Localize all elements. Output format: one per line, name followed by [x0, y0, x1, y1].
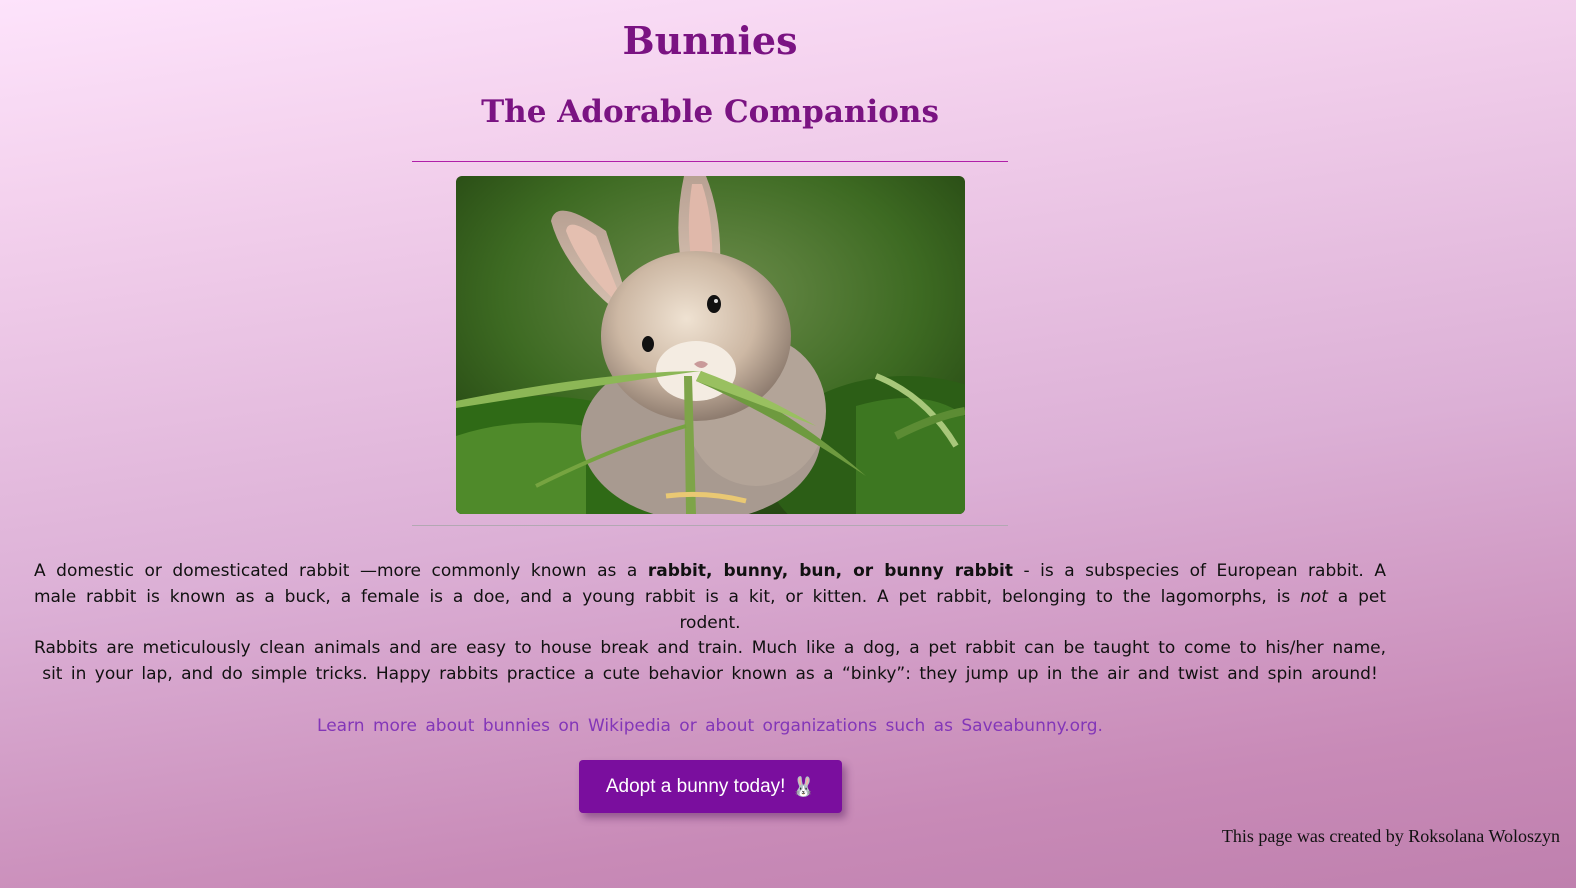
bottom-divider — [412, 525, 1008, 526]
intro-paragraph-2: Rabbits are meticulously clean animals a… — [34, 638, 1386, 684]
adopt-bunny-button[interactable]: Adopt a bunny today! 🐰 — [579, 760, 842, 813]
wikipedia-link[interactable]: Wikipedia — [588, 716, 671, 736]
not-emphasis: not — [1300, 587, 1328, 607]
page-credit: This page was created by Roksolana Wolos… — [1221, 826, 1560, 846]
rabbit-face-icon: 🐰 — [791, 776, 816, 798]
learn-more-text: Learn more about bunnies on Wikipedia or… — [317, 716, 1103, 736]
bunny-names-bold: rabbit, bunny, bun, or bunny rabbit — [647, 561, 1013, 581]
intro-paragraph-1: A domestic or domesticated rabbit —more … — [34, 561, 1386, 633]
saveabunny-link[interactable]: Saveabunny.org — [961, 716, 1097, 736]
top-divider — [412, 161, 1008, 162]
bunny-photo — [456, 176, 965, 514]
page-subtitle: The Adorable Companions — [481, 94, 939, 130]
adopt-button-label: Adopt a bunny today! — [605, 775, 786, 797]
page-title: Bunnies — [622, 18, 798, 63]
